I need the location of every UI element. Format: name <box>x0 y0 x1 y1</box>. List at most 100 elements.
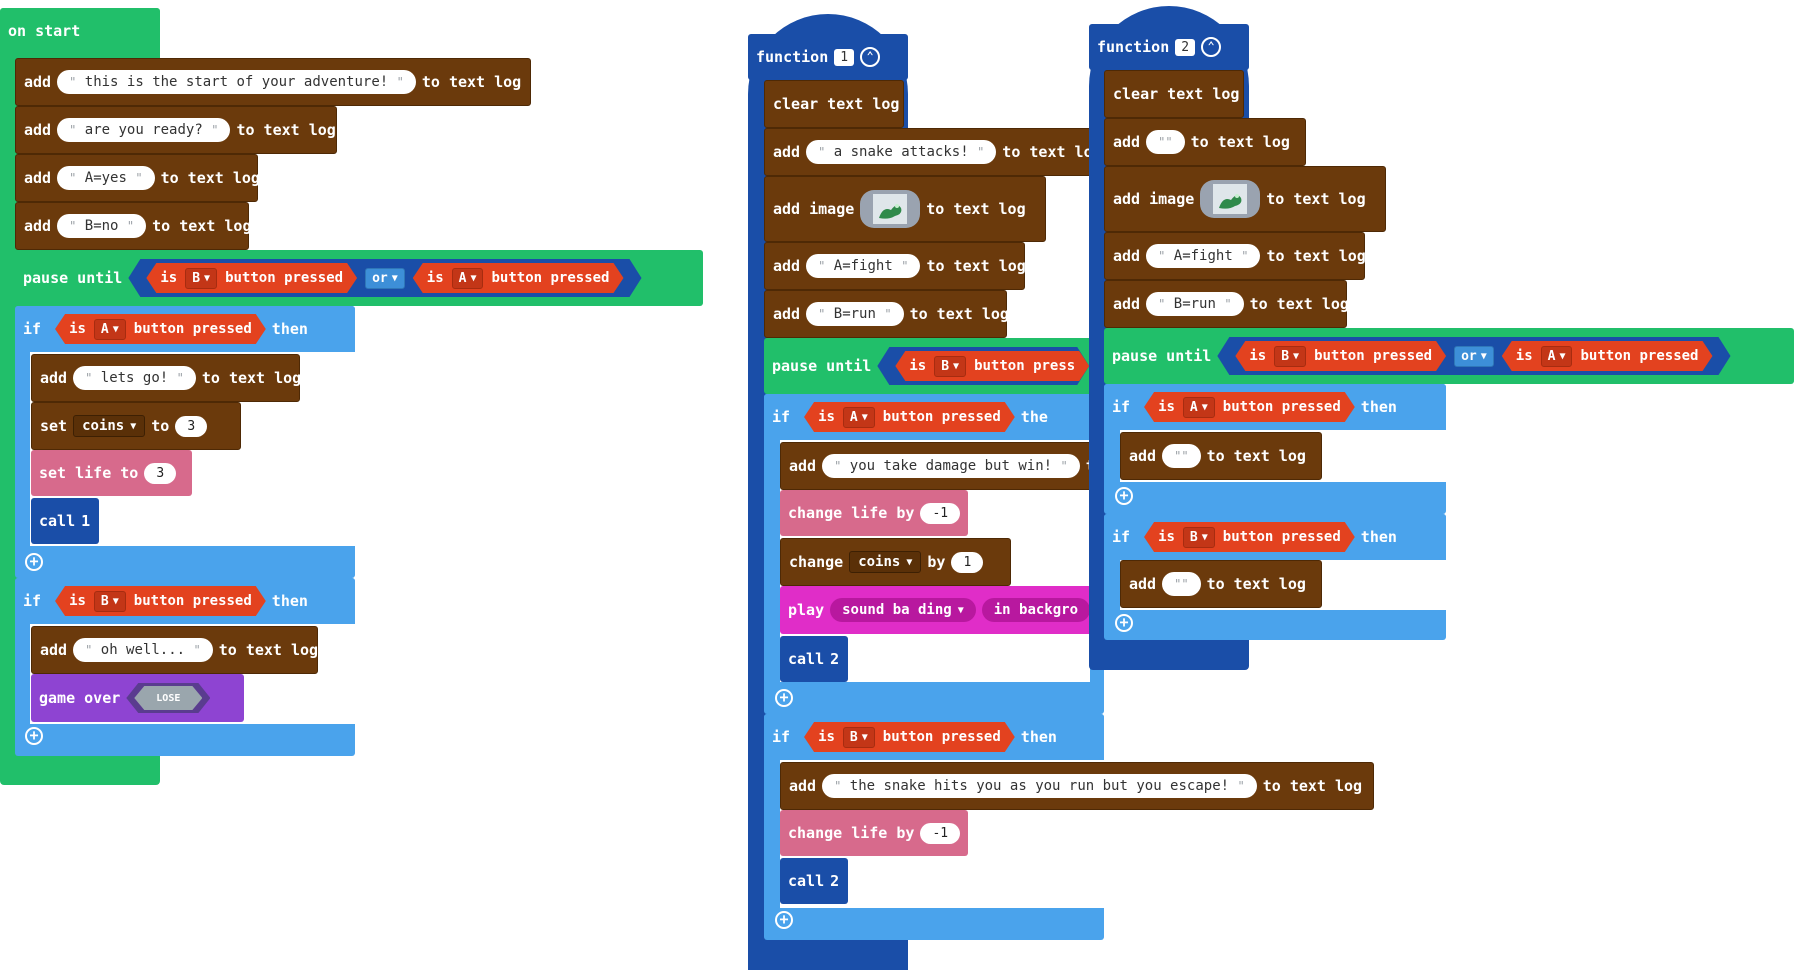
on-start-hat[interactable]: on start <box>0 8 160 54</box>
string-input[interactable]: " B=run " <box>1146 292 1244 316</box>
playback-mode-dropdown[interactable]: in backgro <box>981 598 1091 622</box>
add-text-block[interactable]: add " a snake attacks! " to text log <box>764 128 1102 176</box>
button-pressed-condition[interactable]: is B ▼ button press <box>895 351 1089 381</box>
button-dropdown[interactable]: B ▼ <box>843 727 875 748</box>
play-sound-block[interactable]: play sound ba ding ▼ in backgro <box>780 586 1092 634</box>
call-function-block[interactable]: call 2 <box>780 636 848 682</box>
button-dropdown[interactable]: A ▼ <box>1541 346 1573 367</box>
string-input[interactable]: " are you ready? " <box>57 118 231 142</box>
if-header[interactable]: if is A ▼ button pressed the <box>764 394 1092 440</box>
button-dropdown[interactable]: B ▼ <box>185 268 217 289</box>
if-header[interactable]: if is A ▼ button pressed then <box>15 306 355 352</box>
plus-circle-icon[interactable]: + <box>1115 614 1133 632</box>
string-input[interactable]: " lets go! " <box>73 366 196 390</box>
string-input[interactable]: " A=yes " <box>57 166 155 190</box>
chevron-up-icon[interactable]: ⌃ <box>1201 37 1222 57</box>
add-image-block[interactable]: add image to text log <box>1104 166 1386 232</box>
string-input[interactable]: " A=fight " <box>806 254 921 278</box>
add-text-block[interactable]: add " oh well... " to text log <box>31 626 318 674</box>
string-input[interactable]: " B=run " <box>806 302 904 326</box>
string-input[interactable]: " " <box>1162 444 1201 468</box>
or-condition[interactable]: is B ▼ button press <box>877 347 1089 385</box>
button-pressed-condition[interactable]: is B ▼ button pressed <box>55 586 266 616</box>
button-pressed-condition[interactable]: is B ▼ button pressed <box>1144 522 1355 552</box>
change-life-block[interactable]: change life by -1 <box>780 490 968 536</box>
pause-until-block[interactable]: pause until is B ▼ button pressed or ▼ is … <box>1104 328 1794 384</box>
if-header[interactable]: if is A ▼ button pressed then <box>1104 384 1446 430</box>
call-function-block[interactable]: call 1 <box>31 498 99 544</box>
button-dropdown[interactable]: A ▼ <box>94 319 126 340</box>
change-life-block[interactable]: change life by -1 <box>780 810 968 856</box>
clear-text-log-block[interactable]: clear text log <box>1104 70 1244 118</box>
pause-until-block[interactable]: pause until is B ▼ button pressed or ▼ is … <box>15 250 703 306</box>
add-text-block[interactable]: add " are you ready? " to text log <box>15 106 337 154</box>
button-pressed-condition[interactable]: is A ▼ button pressed <box>1502 341 1713 371</box>
button-dropdown[interactable]: A ▼ <box>1183 397 1215 418</box>
add-text-block[interactable]: add " " to text log <box>1120 432 1322 480</box>
string-input[interactable]: " you take damage but win! " <box>822 454 1080 478</box>
string-input[interactable]: " " <box>1146 130 1185 154</box>
add-text-block[interactable]: add " the snake hits you as you run but … <box>780 762 1374 810</box>
image-picker[interactable] <box>1200 180 1261 218</box>
add-text-block[interactable]: add " you take damage but win! " t <box>780 442 1095 490</box>
string-input[interactable]: " B=no " <box>57 214 147 238</box>
button-pressed-condition[interactable]: is B ▼ button pressed <box>146 263 357 293</box>
variable-dropdown[interactable]: coins ▼ <box>73 415 146 437</box>
add-text-block[interactable]: add " " to text log <box>1104 118 1306 166</box>
set-variable-block[interactable]: set coins ▼ to 3 <box>31 402 241 450</box>
or-dropdown[interactable]: or ▼ <box>365 268 405 289</box>
function-number-input[interactable]: 1 <box>834 48 855 66</box>
plus-circle-icon[interactable]: + <box>25 553 43 571</box>
plus-circle-icon[interactable]: + <box>1115 487 1133 505</box>
add-text-block[interactable]: add " A=fight " to text log <box>764 242 1026 290</box>
if-header[interactable]: if is B ▼ button pressed then <box>764 714 1104 760</box>
string-input[interactable]: " A=fight " <box>1146 244 1261 268</box>
button-pressed-condition[interactable]: is B ▼ button pressed <box>1235 341 1446 371</box>
add-image-block[interactable]: add image to text log <box>764 176 1046 242</box>
button-dropdown[interactable]: B ▼ <box>1183 527 1215 548</box>
pause-until-block[interactable]: pause until is B ▼ button press <box>764 338 1092 394</box>
plus-circle-icon[interactable]: + <box>25 727 43 745</box>
add-text-block[interactable]: add " B=run " to text log <box>764 290 1009 338</box>
add-text-block[interactable]: add " " to text log <box>1120 560 1322 608</box>
string-input[interactable]: " " <box>1162 572 1201 596</box>
or-condition[interactable]: is B ▼ button pressed or ▼ is A ▼ button pr… <box>1217 337 1730 375</box>
call-function-block[interactable]: call 2 <box>780 858 848 904</box>
button-pressed-condition[interactable]: is B ▼ button pressed <box>804 722 1015 752</box>
plus-circle-icon[interactable]: + <box>775 689 793 707</box>
string-input[interactable]: " the snake hits you as you run but you … <box>822 774 1257 798</box>
clear-text-log-block[interactable]: clear text log <box>764 80 904 128</box>
number-input[interactable]: -1 <box>920 822 961 844</box>
button-pressed-condition[interactable]: is A ▼ button pressed <box>55 314 266 344</box>
number-input[interactable]: 3 <box>144 462 177 484</box>
add-text-block[interactable]: add " this is the start of your adventur… <box>15 58 531 106</box>
button-dropdown[interactable]: B ▼ <box>94 591 126 612</box>
add-text-block[interactable]: add " A=fight " to text log <box>1104 232 1366 280</box>
add-text-block[interactable]: add " B=no " to text log <box>15 202 252 250</box>
button-dropdown[interactable]: B ▼ <box>1274 346 1306 367</box>
button-pressed-condition[interactable]: is A ▼ button pressed <box>1144 392 1355 422</box>
string-input[interactable]: " a snake attacks! " <box>806 140 997 164</box>
or-condition[interactable]: is B ▼ button pressed or ▼ is A ▼ button pr… <box>128 259 641 297</box>
variable-dropdown[interactable]: coins ▼ <box>849 551 922 573</box>
lose-picker[interactable]: LOSE <box>126 683 210 713</box>
number-input[interactable]: 1 <box>951 551 984 573</box>
add-text-block[interactable]: add " B=run " to text log <box>1104 280 1349 328</box>
add-text-block[interactable]: add " lets go! " to text log <box>31 354 301 402</box>
button-dropdown[interactable]: A ▼ <box>843 407 875 428</box>
plus-circle-icon[interactable]: + <box>775 911 793 929</box>
chevron-up-icon[interactable]: ⌃ <box>860 47 881 67</box>
number-input[interactable]: -1 <box>920 502 961 524</box>
button-pressed-condition[interactable]: is A ▼ button pressed <box>413 263 624 293</box>
function-1-header[interactable]: function 1 ⌃ <box>748 34 908 80</box>
sound-dropdown[interactable]: sound ba ding ▼ <box>830 598 976 622</box>
if-header[interactable]: if is B ▼ button pressed then <box>1104 514 1446 560</box>
string-input[interactable]: " this is the start of your adventure! " <box>57 70 416 94</box>
or-dropdown[interactable]: or ▼ <box>1454 346 1494 367</box>
function-2-header[interactable]: function 2 ⌃ <box>1089 24 1249 70</box>
number-input[interactable]: 3 <box>175 415 208 437</box>
game-over-block[interactable]: game over LOSE <box>31 674 244 722</box>
if-header[interactable]: if is B ▼ button pressed then <box>15 578 355 624</box>
string-input[interactable]: " oh well... " <box>73 638 213 662</box>
button-dropdown[interactable]: B ▼ <box>934 356 966 377</box>
